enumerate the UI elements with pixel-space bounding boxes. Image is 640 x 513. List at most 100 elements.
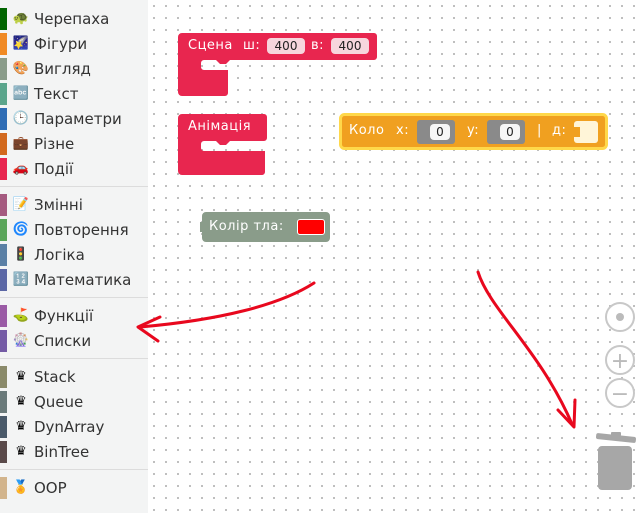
turtle-icon: 🐢 — [12, 11, 30, 26]
parameters-icon: 🕒 — [12, 111, 30, 126]
toolbox-item-text[interactable]: 🔤 Текст — [0, 83, 148, 105]
circle-block[interactable]: Коло x: 0 y: 0 | д: — [339, 113, 609, 151]
category-color-stripe — [0, 133, 7, 155]
circle-separator: | — [537, 123, 542, 138]
bgcolor-swatch[interactable] — [297, 219, 325, 235]
toolbox: 🐢 Черепаха 🌠 Фігури 🎨 Вигляд 🔤 Текст 🕒 Параметри 💼… — [0, 0, 148, 513]
toolbox-item-variables[interactable]: 📝 Змінні — [0, 194, 148, 216]
toolbox-item-appearance[interactable]: 🎨 Вигляд — [0, 58, 148, 80]
category-color-stripe — [0, 305, 7, 327]
dynarray-icon: ♛ — [15, 419, 27, 434]
toolbox-item-label: Змінні — [34, 196, 83, 214]
toolbox-item-functions[interactable]: ⛳ Функції — [0, 305, 148, 327]
category-color-stripe — [0, 366, 7, 388]
zoom-out-button[interactable]: − — [605, 378, 635, 408]
scene-w-label: ш: — [243, 38, 261, 53]
stack-icon: ♛ — [15, 369, 27, 384]
category-color-stripe — [0, 416, 7, 438]
misc-icon: 💼 — [12, 136, 30, 151]
toolbox-separator — [0, 186, 148, 187]
toolbox-item-stack[interactable]: ♛ Stack — [0, 366, 148, 388]
category-color-stripe — [0, 244, 7, 266]
circle-y-field[interactable]: 0 — [500, 124, 520, 140]
recenter-button[interactable] — [605, 302, 635, 332]
toolbox-item-bintree[interactable]: ♛ BinTree — [0, 441, 148, 463]
loops-icon: 🌀 — [12, 222, 30, 237]
shapes-icon: 🌠 — [12, 36, 30, 51]
functions-icon: ⛳ — [12, 308, 30, 323]
category-color-stripe — [0, 33, 7, 55]
category-color-stripe — [0, 477, 7, 499]
toolbox-item-lists[interactable]: 🎡 Списки — [0, 330, 148, 352]
events-icon: 🚗 — [12, 161, 30, 176]
toolbox-item-dynarray[interactable]: ♛ DynArray — [0, 416, 148, 438]
toolbox-item-label: Логіка — [34, 246, 85, 264]
toolbox-item-shapes[interactable]: 🌠 Фігури — [0, 33, 148, 55]
trash-icon[interactable] — [594, 432, 638, 492]
scene-height-field[interactable]: 400 — [331, 38, 369, 54]
animation-block[interactable]: Анімація — [178, 114, 278, 176]
scene-width-field[interactable]: 400 — [267, 38, 305, 54]
toolbox-item-label: Черепаха — [34, 10, 110, 28]
scene-label: Сцена — [188, 38, 233, 53]
circle-x-field[interactable]: 0 — [430, 124, 450, 140]
zoom-in-button[interactable]: + — [605, 345, 635, 375]
toolbox-item-events[interactable]: 🚗 Події — [0, 158, 148, 180]
logic-icon: 🚦 — [12, 247, 30, 262]
toolbox-separator — [0, 297, 148, 298]
toolbox-item-loops[interactable]: 🌀 Повторення — [0, 219, 148, 241]
toolbox-item-label: Вигляд — [34, 60, 91, 78]
category-color-stripe — [0, 83, 7, 105]
toolbox-item-label: Різне — [34, 135, 75, 153]
toolbox-item-label: Функції — [34, 307, 94, 325]
math-icon: 🔢 — [12, 272, 30, 287]
circle-d-socket[interactable] — [574, 121, 598, 143]
animation-label: Анімація — [188, 119, 252, 134]
category-color-stripe — [0, 158, 7, 180]
toolbox-item-math[interactable]: 🔢 Математика — [0, 269, 148, 291]
toolbox-item-misc[interactable]: 💼 Різне — [0, 133, 148, 155]
category-color-stripe — [0, 8, 7, 30]
toolbox-item-label: Queue — [34, 393, 84, 411]
toolbox-item-label: OOP — [34, 479, 67, 497]
toolbox-item-label: Stack — [34, 368, 76, 386]
workspace[interactable]: Сцена ш: 400 в: 400 Анімація Коло x: 0 y… — [148, 0, 640, 513]
bintree-icon: ♛ — [15, 444, 27, 459]
appearance-icon: 🎨 — [12, 61, 30, 76]
toolbox-item-label: Математика — [34, 271, 132, 289]
bgcolor-block[interactable]: Колір тла: — [200, 212, 330, 242]
toolbox-item-label: Текст — [34, 85, 79, 103]
lists-icon: 🎡 — [12, 333, 30, 348]
toolbox-item-oop[interactable]: 🏅 OOP — [0, 477, 148, 499]
category-color-stripe — [0, 391, 7, 413]
toolbox-separator — [0, 358, 148, 359]
variables-icon: 📝 — [12, 197, 30, 212]
toolbox-item-label: Параметри — [34, 110, 122, 128]
toolbox-item-queue[interactable]: ♛ Queue — [0, 391, 148, 413]
toolbox-separator — [0, 469, 148, 470]
toolbox-item-label: Повторення — [34, 221, 129, 239]
category-color-stripe — [0, 330, 7, 352]
category-color-stripe — [0, 441, 7, 463]
toolbox-item-label: BinTree — [34, 443, 90, 461]
circle-y-label: y: — [467, 123, 480, 138]
toolbox-item-turtle[interactable]: 🐢 Черепаха — [0, 8, 148, 30]
toolbox-item-label: Події — [34, 160, 74, 178]
category-color-stripe — [0, 219, 7, 241]
circle-x-label: x: — [396, 123, 410, 138]
category-color-stripe — [0, 58, 7, 80]
circle-label: Коло — [349, 123, 385, 138]
scene-h-label: в: — [311, 38, 325, 53]
circle-d-label: д: — [552, 123, 567, 138]
toolbox-item-label: DynArray — [34, 418, 105, 436]
oop-icon: 🏅 — [12, 480, 30, 495]
scene-block[interactable]: Сцена ш: 400 в: 400 — [178, 33, 378, 97]
category-color-stripe — [0, 194, 7, 216]
queue-icon: ♛ — [15, 394, 27, 409]
toolbox-item-label: Фігури — [34, 35, 88, 53]
toolbox-item-label: Списки — [34, 332, 92, 350]
toolbox-item-parameters[interactable]: 🕒 Параметри — [0, 108, 148, 130]
toolbox-item-logic[interactable]: 🚦 Логіка — [0, 244, 148, 266]
text-icon: 🔤 — [12, 86, 30, 101]
bgcolor-label: Колір тла: — [209, 219, 284, 234]
